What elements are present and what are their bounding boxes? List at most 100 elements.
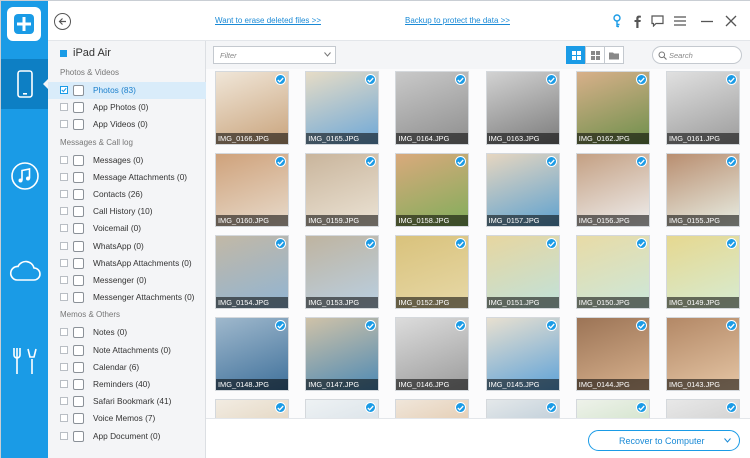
tools-icon[interactable] [1,336,48,386]
category-item[interactable]: App Document (0) [48,428,206,445]
close-icon[interactable] [724,14,738,28]
filter-dropdown[interactable]: Filter [213,46,336,64]
photo-thumbnail[interactable] [395,399,470,418]
category-checkbox[interactable] [60,293,68,302]
check-icon[interactable] [545,74,557,85]
category-item[interactable]: Contacts (26) [48,186,206,203]
photo-thumbnail[interactable]: IMG_0145.JPG [485,317,560,391]
category-checkbox[interactable] [60,258,68,267]
check-icon[interactable] [275,156,286,167]
category-checkbox[interactable] [60,241,68,250]
category-checkbox[interactable] [60,345,68,354]
category-item[interactable]: Calendar (6) [48,359,206,376]
photo-thumbnail[interactable] [575,399,650,418]
check-icon[interactable] [726,320,737,331]
category-item[interactable]: Voice Memos (7) [48,410,206,427]
photo-thumbnail[interactable]: IMG_0147.JPG [305,317,380,391]
check-icon[interactable] [726,238,737,249]
check-icon[interactable] [545,320,557,331]
feedback-chat-icon[interactable] [650,14,664,28]
category-checkbox[interactable] [60,86,68,94]
minimize-icon[interactable] [700,14,714,28]
category-checkbox[interactable] [60,172,68,181]
device-phone-icon[interactable] [1,59,49,109]
category-checkbox[interactable] [60,276,68,284]
check-icon[interactable] [635,320,647,331]
category-checkbox[interactable] [60,103,68,112]
check-icon[interactable] [275,74,286,85]
photo-thumbnail[interactable]: IMG_0151.JPG [485,235,560,309]
category-item[interactable]: Note Attachments (0) [48,342,206,359]
photo-thumbnail[interactable]: IMG_0148.JPG [215,317,289,391]
category-checkbox[interactable] [60,397,68,406]
category-item[interactable]: App Videos (0) [48,116,206,133]
photo-thumbnail[interactable]: IMG_0144.JPG [575,317,650,391]
search-input[interactable]: Search [652,46,742,64]
photo-thumbnail[interactable]: IMG_0156.JPG [575,153,650,227]
photo-thumbnail[interactable]: IMG_0150.JPG [575,235,650,309]
device-selector[interactable]: iPad Air [60,47,111,59]
category-checkbox[interactable] [60,120,68,129]
check-icon[interactable] [726,74,737,85]
check-icon[interactable] [635,238,647,249]
check-icon[interactable] [275,320,286,331]
category-item[interactable]: Reminders (40) [48,376,206,393]
category-item[interactable]: WhatsApp Attachments (0) [48,255,206,272]
category-item[interactable]: WhatsApp (0) [48,238,206,255]
category-item[interactable]: Voicemail (0) [48,220,206,237]
category-checkbox[interactable] [60,431,68,440]
category-item[interactable]: Photos (83) [48,82,206,99]
category-item[interactable]: Messenger (0) [48,272,206,289]
photo-thumbnail[interactable]: IMG_0152.JPG [395,235,470,309]
category-checkbox[interactable] [60,155,68,164]
category-item[interactable]: Messages (0) [48,152,206,169]
category-item[interactable]: Call History (10) [48,203,206,220]
photo-thumbnail[interactable]: IMG_0146.JPG [395,317,470,391]
category-item[interactable]: Messenger Attachments (0) [48,289,206,306]
category-checkbox[interactable] [60,362,68,371]
check-icon[interactable] [545,402,557,413]
category-item[interactable]: Message Attachments (0) [48,169,206,186]
photo-thumbnail[interactable]: IMG_0153.JPG [305,235,380,309]
photo-thumbnail[interactable] [215,399,289,418]
category-checkbox[interactable] [60,380,68,388]
erase-deleted-files-link[interactable]: Want to erase deleted files >> [215,16,321,25]
photo-thumbnail[interactable]: IMG_0164.JPG [395,71,470,145]
check-icon[interactable] [635,74,647,85]
folder-view-button[interactable] [604,46,624,64]
photo-thumbnail[interactable]: IMG_0157.JPG [485,153,560,227]
key-icon[interactable] [610,14,624,28]
category-checkbox[interactable] [60,190,68,198]
check-icon[interactable] [545,156,557,167]
category-item[interactable]: App Photos (0) [48,99,206,116]
back-button[interactable] [54,13,71,30]
photo-thumbnail[interactable] [666,399,740,418]
check-icon[interactable] [635,402,647,413]
photo-thumbnail[interactable]: IMG_0165.JPG [305,71,380,145]
category-checkbox[interactable] [60,207,68,216]
icloud-icon[interactable] [1,246,48,296]
photo-thumbnail[interactable]: IMG_0158.JPG [395,153,470,227]
check-icon[interactable] [726,156,737,167]
backup-data-link[interactable]: Backup to protect the data >> [405,16,510,25]
itunes-music-icon[interactable] [1,151,48,201]
photo-thumbnail[interactable]: IMG_0166.JPG [215,71,289,145]
photo-thumbnail[interactable]: IMG_0155.JPG [666,153,740,227]
check-icon[interactable] [275,238,286,249]
photo-thumbnail[interactable]: IMG_0154.JPG [215,235,289,309]
photo-thumbnail[interactable]: IMG_0149.JPG [666,235,740,309]
photo-thumbnail[interactable]: IMG_0160.JPG [215,153,289,227]
facebook-icon[interactable] [630,14,644,28]
photo-thumbnail[interactable]: IMG_0159.JPG [305,153,380,227]
menu-icon[interactable] [673,14,687,28]
photo-thumbnail[interactable]: IMG_0143.JPG [666,317,740,391]
small-grid-view-button[interactable] [585,46,605,64]
check-icon[interactable] [545,238,557,249]
category-checkbox[interactable] [60,414,68,423]
photo-thumbnail[interactable]: IMG_0161.JPG [666,71,740,145]
check-icon[interactable] [635,156,647,167]
category-item[interactable]: Safari Bookmark (41) [48,393,206,410]
device-checkbox[interactable] [60,49,67,57]
check-icon[interactable] [275,402,286,413]
check-icon[interactable] [726,402,737,413]
